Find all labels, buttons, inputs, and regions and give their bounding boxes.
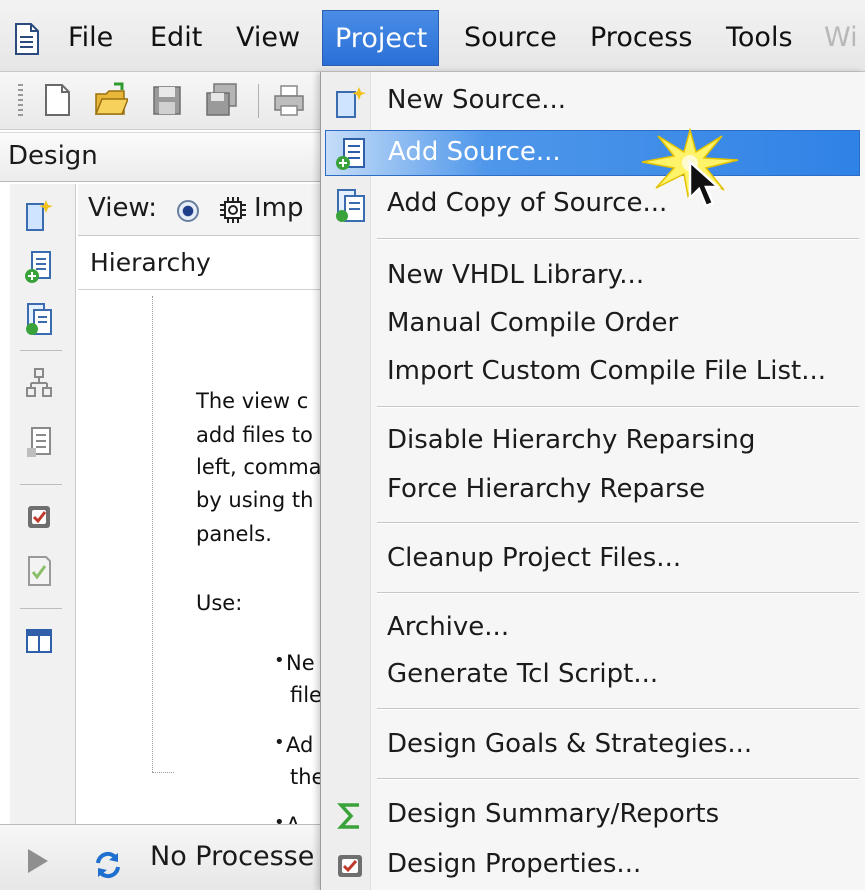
menu-view[interactable]: View [224, 10, 312, 66]
refresh-icon[interactable] [92, 849, 124, 881]
bullet-icon: • [274, 732, 285, 753]
mouse-cursor-icon [688, 160, 722, 208]
view-radio-button[interactable] [177, 200, 199, 222]
menu-separator [377, 238, 859, 240]
menu-item-label: Import Custom Compile File List... [387, 356, 827, 386]
project-menu-dropdown: New Source... Add Source... Add Copy of … [320, 72, 865, 890]
menu-file[interactable]: File [56, 10, 125, 66]
save-all-icon[interactable] [204, 82, 238, 118]
menu-separator [377, 778, 859, 780]
menu-item-label: Generate Tcl Script... [387, 659, 659, 689]
design-side-toolbar [10, 184, 76, 824]
menu-item-add-source[interactable]: Add Source... [325, 130, 860, 176]
menu-item-label: Manual Compile Order [387, 308, 679, 338]
process-status-text: No Processe [150, 841, 315, 872]
help-text-line: by using th [196, 488, 314, 512]
add-copy-source-icon [336, 189, 365, 222]
menu-source[interactable]: Source [452, 10, 569, 66]
menu-item-label: New Source... [387, 85, 567, 115]
menu-item-new-vhdl-library[interactable]: New VHDL Library... [325, 254, 860, 300]
menu-project[interactable]: Project [322, 10, 439, 66]
side-toolbar-separator [20, 608, 62, 609]
chip-icon [220, 197, 246, 223]
side-toolbar-separator [20, 350, 62, 351]
menu-item-label: Design Summary/Reports [387, 799, 720, 829]
view-selector-row: View: Imp [78, 184, 320, 236]
menu-item-generate-tcl-script[interactable]: Generate Tcl Script... [325, 653, 860, 699]
help-text-line: add files to [196, 423, 313, 447]
menu-item-label: Force Hierarchy Reparse [387, 474, 706, 504]
menu-item-label: Cleanup Project Files... [387, 543, 682, 573]
menu-item-design-goals-strategies[interactable]: Design Goals & Strategies... [325, 723, 860, 769]
menu-separator [377, 592, 859, 594]
menu-item-label: Design Goals & Strategies... [387, 729, 753, 759]
process-bar: No Processe [0, 824, 320, 890]
bullet-icon: • [274, 650, 285, 671]
sigma-icon [337, 803, 359, 829]
menu-window[interactable]: Wi [812, 10, 865, 66]
menu-item-cleanup-project-files[interactable]: Cleanup Project Files... [325, 537, 860, 583]
menu-edit[interactable]: Edit [138, 10, 214, 66]
view-label: View: [88, 193, 158, 223]
design-panel-tab[interactable]: Design [0, 132, 320, 182]
menu-item-design-summary-reports[interactable]: Design Summary/Reports [325, 793, 860, 839]
toolbar [0, 72, 320, 130]
design-properties-icon [338, 855, 362, 877]
print-icon[interactable] [272, 82, 306, 118]
new-source-icon [336, 87, 366, 118]
open-folder-icon[interactable] [94, 82, 128, 118]
help-text-line: left, comma [196, 455, 322, 479]
use-label: Use: [196, 591, 243, 615]
play-icon[interactable] [28, 849, 48, 873]
bullet-text: Ad [286, 733, 314, 757]
toolbar-grip[interactable] [18, 84, 23, 118]
menu-item-design-properties[interactable]: Design Properties... [325, 843, 860, 889]
menu-bar: File Edit View Project Source Process To… [0, 0, 865, 72]
add-copy-source-icon[interactable] [24, 302, 54, 336]
menu-item-import-compile-file-list[interactable]: Import Custom Compile File List... [325, 350, 860, 396]
menu-item-new-source[interactable]: New Source... [325, 79, 860, 125]
new-source-icon[interactable] [24, 198, 54, 232]
help-text-line: The view c [196, 389, 309, 413]
properties-icon[interactable] [24, 500, 54, 534]
document-icon [15, 23, 39, 55]
tree-connector [152, 296, 153, 772]
tree-connector [152, 772, 174, 773]
menu-separator [377, 708, 859, 710]
menu-item-manual-compile-order[interactable]: Manual Compile Order [325, 302, 860, 348]
help-text-line: panels. [196, 522, 272, 546]
add-source-icon[interactable] [24, 250, 54, 284]
menu-separator [377, 406, 859, 408]
table-icon[interactable] [24, 624, 54, 658]
menu-tools[interactable]: Tools [714, 10, 805, 66]
checklist-icon[interactable] [24, 554, 54, 588]
hierarchy-icon[interactable] [24, 366, 54, 400]
new-file-icon[interactable] [40, 82, 74, 118]
save-icon[interactable] [150, 82, 184, 118]
menu-item-label: Archive... [387, 612, 510, 642]
side-toolbar-separator [20, 484, 62, 485]
hierarchy-header: Hierarchy [78, 236, 320, 290]
view-implementation-label[interactable]: Imp [254, 193, 304, 223]
menu-item-label: New VHDL Library... [387, 260, 645, 290]
add-source-icon [336, 138, 365, 170]
menu-item-archive[interactable]: Archive... [325, 606, 860, 652]
menu-item-label: Design Properties... [387, 849, 642, 879]
menu-item-label: Add Source... [388, 137, 561, 167]
menu-process[interactable]: Process [578, 10, 704, 66]
menu-item-label: Add Copy of Source... [387, 188, 668, 218]
bullet-text: Ne [286, 651, 315, 675]
bullet-text: file [290, 683, 322, 707]
menu-item-disable-hierarchy-reparsing[interactable]: Disable Hierarchy Reparsing [325, 419, 860, 465]
menu-item-label: Disable Hierarchy Reparsing [387, 425, 756, 455]
hierarchy-label: Hierarchy [90, 248, 211, 277]
menu-separator [377, 522, 859, 524]
design-tab-label: Design [8, 141, 98, 171]
menu-item-add-copy-of-source[interactable]: Add Copy of Source... [325, 182, 860, 228]
menu-item-force-hierarchy-reparse[interactable]: Force Hierarchy Reparse [325, 468, 860, 514]
view-source-icon[interactable] [24, 426, 54, 460]
toolbar-separator [258, 84, 259, 118]
